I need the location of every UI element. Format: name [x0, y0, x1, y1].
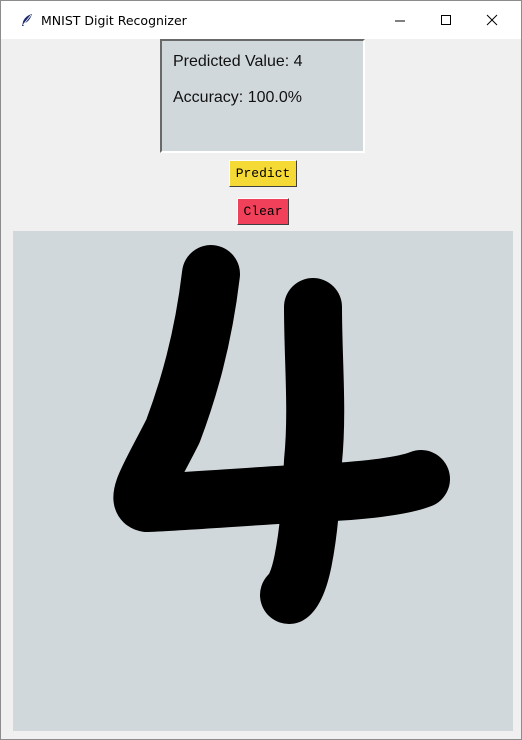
maximize-icon — [441, 15, 451, 25]
title-bar[interactable]: MNIST Digit Recognizer — [1, 1, 521, 39]
clear-button[interactable]: Clear — [237, 198, 289, 225]
drawing-canvas[interactable] — [13, 231, 513, 731]
handwritten-digit-drawing — [113, 245, 450, 624]
close-button[interactable] — [469, 1, 515, 39]
accuracy-label: Accuracy: 100.0% — [173, 89, 302, 106]
predicted-value-label: Predicted Value: 4 — [173, 53, 303, 70]
minimize-button[interactable] — [377, 1, 423, 39]
close-icon — [486, 14, 498, 26]
predict-button[interactable]: Predict — [229, 160, 297, 187]
minimize-icon — [395, 20, 405, 22]
app-window: MNIST Digit Recognizer Predicted Value: … — [0, 0, 522, 740]
result-display: Predicted Value: 4 Accuracy: 100.0% — [160, 39, 365, 153]
window-title: MNIST Digit Recognizer — [41, 13, 187, 28]
feather-icon — [19, 12, 35, 28]
maximize-button[interactable] — [423, 1, 469, 39]
